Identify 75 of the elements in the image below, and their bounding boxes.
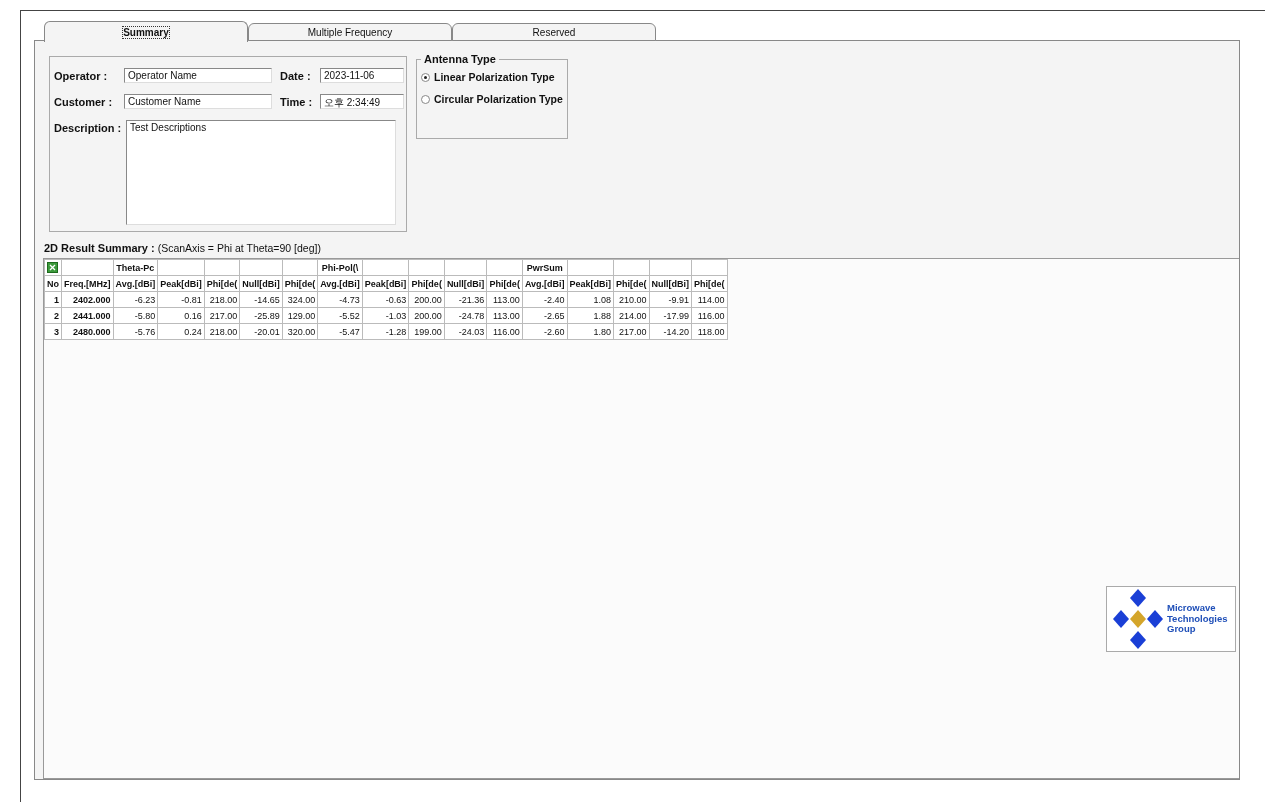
table-cell: -2.65 — [522, 307, 568, 324]
table-cell: -17.99 — [649, 307, 692, 324]
customer-field[interactable]: Customer Name — [124, 94, 272, 109]
table-cell: 217.00 — [613, 323, 650, 340]
table-cell: -0.63 — [362, 291, 409, 308]
table-cell: 199.00 — [408, 323, 445, 340]
table-cell: -20.01 — [239, 323, 283, 340]
diamond-logo-icon — [1113, 589, 1163, 649]
table-cell: 2 — [44, 307, 62, 324]
group-header: Phi-Pol(\ — [321, 262, 359, 273]
radio-icon[interactable] — [421, 94, 430, 104]
radio-icon[interactable] — [421, 72, 430, 82]
table-cell: 113.00 — [486, 291, 523, 308]
table-cell: 210.00 — [613, 291, 650, 308]
table-cell: -5.80 — [113, 307, 158, 324]
table-cell: 200.00 — [408, 291, 445, 308]
table-cell: 114.00 — [691, 291, 728, 308]
description-label: Description : — [54, 121, 123, 134]
tab[interactable]: Multiple Frequency — [248, 23, 452, 41]
description-field[interactable]: Test Descriptions — [126, 120, 396, 225]
table-cell: -14.20 — [649, 323, 692, 340]
time-field[interactable]: 오후 2:34:49 — [320, 94, 404, 109]
table-cell: 129.00 — [282, 307, 318, 324]
antenna-type-title: Antenna Type — [423, 53, 497, 65]
table-cell: -14.65 — [239, 291, 283, 308]
table-cell: -4.73 — [317, 291, 363, 308]
table-cell: 200.00 — [408, 307, 445, 324]
table-cell: -6.23 — [113, 291, 158, 308]
table-cell: 118.00 — [691, 323, 728, 340]
table-cell: 214.00 — [613, 307, 650, 324]
table-cell: -5.52 — [317, 307, 363, 324]
table-cell: 218.00 — [204, 323, 240, 340]
table-cell: 113.00 — [486, 307, 523, 324]
table-cell: 116.00 — [486, 323, 523, 340]
table-cell: -5.76 — [113, 323, 158, 340]
table-cell: 320.00 — [282, 323, 318, 340]
table-cell: 0.16 — [157, 307, 205, 324]
logo-text: Microwave Technologies Group — [1167, 602, 1225, 636]
date-label: Date : — [280, 69, 312, 82]
table-cell: -24.78 — [444, 307, 487, 324]
time-label: Time : — [280, 95, 314, 108]
table-cell: -0.81 — [157, 291, 205, 308]
table-cell: -1.28 — [362, 323, 409, 340]
tab[interactable]: Summary — [44, 21, 248, 42]
table-cell: -1.03 — [362, 307, 409, 324]
table-cell: 1 — [44, 291, 62, 308]
table-cell: -5.47 — [317, 323, 363, 340]
date-field[interactable]: 2023-11-06 — [320, 68, 404, 83]
result-summary-label: 2D Result Summary : — [44, 241, 155, 254]
table-cell: 116.00 — [691, 307, 728, 324]
table-cell: 3 — [44, 323, 62, 340]
table-cell: -9.91 — [649, 291, 692, 308]
table-cell: 2402.000 — [61, 291, 113, 308]
table-cell: 0.24 — [157, 323, 205, 340]
table-cell: 1.80 — [567, 323, 614, 340]
table-cell: -24.03 — [444, 323, 487, 340]
table-cell: 1.88 — [567, 307, 614, 324]
table-cell: 324.00 — [282, 291, 318, 308]
table-cell: 2480.000 — [61, 323, 113, 340]
table-cell: -2.60 — [522, 323, 568, 340]
table-cell: -2.40 — [522, 291, 568, 308]
table-cell: -25.89 — [239, 307, 283, 324]
spreadsheet-icon[interactable] — [47, 262, 58, 273]
table-cell: 2441.000 — [61, 307, 113, 324]
table-cell: 217.00 — [204, 307, 240, 324]
operator-label: Operator : — [54, 69, 109, 82]
group-header: Theta-Pc — [116, 262, 155, 273]
operator-field[interactable]: Operator Name — [124, 68, 272, 83]
table-cell: -21.36 — [444, 291, 487, 308]
table-cell: 1.08 — [567, 291, 614, 308]
tab[interactable]: Reserved — [452, 23, 656, 41]
scan-axis-note: (ScanAxis = Phi at Theta=90 [deg]) — [157, 242, 321, 254]
table-cell: 218.00 — [204, 291, 240, 308]
customer-label: Customer : — [54, 95, 114, 108]
group-header: PwrSum — [526, 262, 563, 273]
